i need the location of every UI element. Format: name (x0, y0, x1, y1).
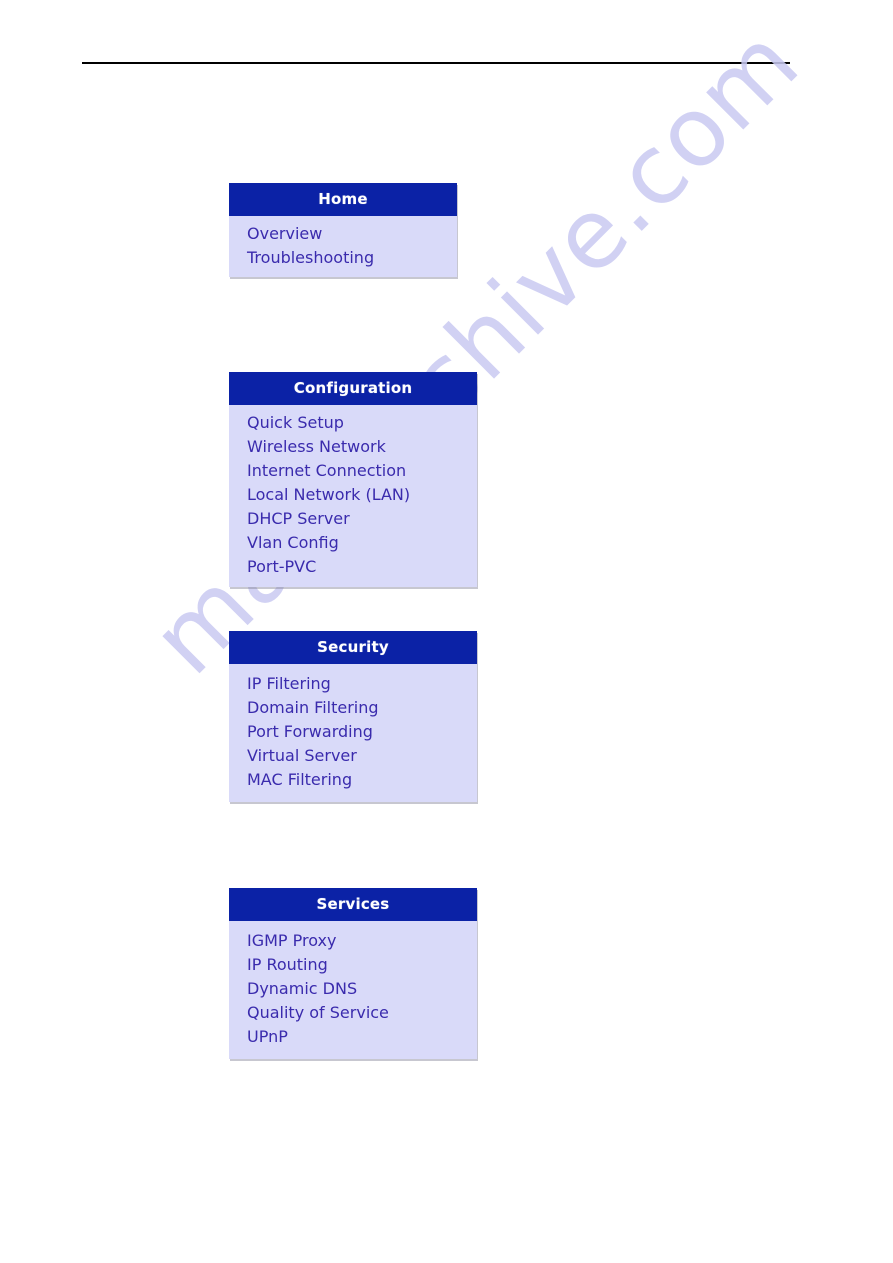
watermark-text: manualshive.com (130, 5, 821, 696)
menu-item-ip-routing[interactable]: IP Routing (229, 953, 477, 977)
menu-item-ip-filtering[interactable]: IP Filtering (229, 672, 477, 696)
menu-item-local-network-lan[interactable]: Local Network (LAN) (229, 483, 477, 507)
page-header-rule (82, 62, 790, 64)
menu-body-configuration: Quick Setup Wireless Network Internet Co… (229, 405, 477, 587)
menu-body-services: IGMP Proxy IP Routing Dynamic DNS Qualit… (229, 921, 477, 1059)
menu-block-security: Security IP Filtering Domain Filtering P… (229, 631, 477, 802)
menu-item-domain-filtering[interactable]: Domain Filtering (229, 696, 477, 720)
menu-item-quick-setup[interactable]: Quick Setup (229, 411, 477, 435)
menu-body-home: Overview Troubleshooting (229, 216, 457, 277)
menu-item-overview[interactable]: Overview (229, 222, 457, 246)
menu-header-configuration: Configuration (229, 372, 477, 405)
menu-body-security: IP Filtering Domain Filtering Port Forwa… (229, 664, 477, 802)
menu-block-home: Home Overview Troubleshooting (229, 183, 457, 277)
menu-item-mac-filtering[interactable]: MAC Filtering (229, 768, 477, 792)
menu-item-wireless-network[interactable]: Wireless Network (229, 435, 477, 459)
menu-item-internet-connection[interactable]: Internet Connection (229, 459, 477, 483)
menu-item-quality-of-service[interactable]: Quality of Service (229, 1001, 477, 1025)
menu-header-home: Home (229, 183, 457, 216)
menu-item-virtual-server[interactable]: Virtual Server (229, 744, 477, 768)
menu-item-vlan-config[interactable]: Vlan Config (229, 531, 477, 555)
menu-item-igmp-proxy[interactable]: IGMP Proxy (229, 929, 477, 953)
menu-item-port-forwarding[interactable]: Port Forwarding (229, 720, 477, 744)
menu-header-security: Security (229, 631, 477, 664)
menu-item-dhcp-server[interactable]: DHCP Server (229, 507, 477, 531)
menu-item-upnp[interactable]: UPnP (229, 1025, 477, 1049)
menu-block-services: Services IGMP Proxy IP Routing Dynamic D… (229, 888, 477, 1059)
menu-item-troubleshooting[interactable]: Troubleshooting (229, 246, 457, 270)
menu-item-port-pvc[interactable]: Port-PVC (229, 555, 477, 579)
menu-header-services: Services (229, 888, 477, 921)
menu-item-dynamic-dns[interactable]: Dynamic DNS (229, 977, 477, 1001)
menu-block-configuration: Configuration Quick Setup Wireless Netwo… (229, 372, 477, 587)
